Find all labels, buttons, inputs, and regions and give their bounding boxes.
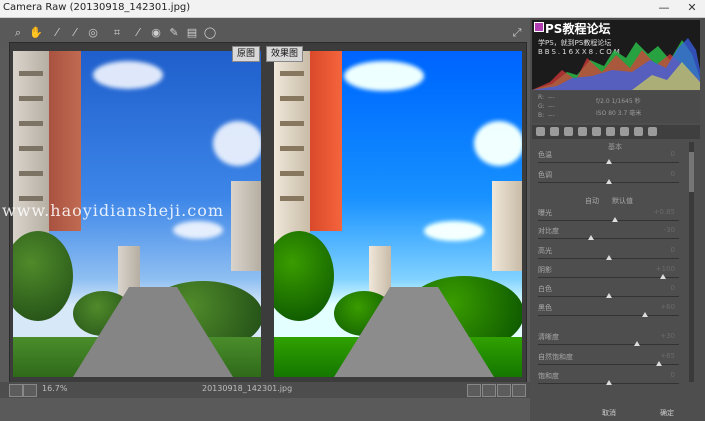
contrast-slider[interactable]: 对比度 -30: [536, 226, 681, 246]
zoom-out-button[interactable]: [9, 384, 23, 397]
detail-tab-icon[interactable]: [564, 127, 573, 136]
target-adjust-tool-icon[interactable]: ◎: [86, 26, 100, 40]
tone-curve-tab-icon[interactable]: [550, 127, 559, 136]
panel-scrollbar[interactable]: [689, 142, 694, 382]
title-bar: Camera Raw (20130918_142301.jpg) — ✕: [0, 0, 705, 18]
iso-focal: ISO 80 3.7 毫米: [596, 110, 642, 117]
copy-settings-button[interactable]: [497, 384, 511, 397]
slider-thumb[interactable]: [606, 380, 612, 385]
g-value: ---: [548, 103, 555, 110]
zoom-tool-icon[interactable]: ⌕: [11, 26, 25, 40]
slider-thumb[interactable]: [634, 341, 640, 346]
done-button[interactable]: 确定: [660, 408, 674, 418]
vibrance-slider[interactable]: 自然饱和度 +65: [536, 352, 681, 372]
panel-tabs: [532, 125, 700, 139]
watermark: www.haoyidiansheji.com: [2, 201, 225, 220]
hand-tool-icon[interactable]: ✋: [29, 26, 43, 40]
exposure-slider[interactable]: 曝光 +0.85: [536, 208, 681, 228]
swap-view-button[interactable]: [482, 384, 496, 397]
tint-slider[interactable]: 色调 0: [536, 170, 681, 190]
brush-tool-icon[interactable]: ✎: [167, 26, 181, 40]
close-button[interactable]: ✕: [683, 1, 701, 15]
aperture-shutter: f/2.0 1/1645 秒: [596, 98, 641, 105]
effects-tab-icon[interactable]: [620, 127, 629, 136]
b-value: ---: [548, 112, 555, 119]
red-eye-tool-icon[interactable]: ◉: [149, 26, 163, 40]
slider-thumb[interactable]: [660, 274, 666, 279]
view-mode-button[interactable]: [467, 384, 481, 397]
info-readout: R: --- G: --- B: --- f/2.0 1/1645 秒 ISO …: [532, 91, 700, 123]
basic-tab-icon[interactable]: [536, 127, 545, 136]
shadows-slider[interactable]: 阴影 +100: [536, 265, 681, 285]
radial-filter-icon[interactable]: ◯: [203, 26, 217, 40]
preview-status-bar: 16.7% 20130918_142301.jpg: [0, 382, 530, 398]
zoom-in-button[interactable]: [23, 384, 37, 397]
minimize-button[interactable]: —: [655, 1, 673, 15]
color-sampler-tool-icon[interactable]: ⁄: [68, 26, 82, 40]
default-link[interactable]: 默认值: [612, 196, 633, 206]
slider-thumb[interactable]: [612, 217, 618, 222]
clarity-slider[interactable]: 清晰度 +30: [536, 332, 681, 352]
straighten-tool-icon[interactable]: ⁄: [131, 26, 145, 40]
histogram: PS教程论坛 学PS，就到PS教程论坛 BBS.16XX8.COM: [532, 20, 700, 90]
split-toning-tab-icon[interactable]: [592, 127, 601, 136]
white-balance-tool-icon[interactable]: ⁄: [50, 26, 64, 40]
slider-thumb[interactable]: [642, 312, 648, 317]
saturation-slider[interactable]: 饱和度 0: [536, 371, 681, 391]
slider-thumb[interactable]: [656, 361, 662, 366]
after-image: [274, 51, 522, 377]
blacks-slider[interactable]: 黑色 +60: [536, 303, 681, 323]
r-value: ---: [548, 94, 555, 101]
camera-calibration-tab-icon[interactable]: [634, 127, 643, 136]
r-label: R:: [538, 94, 545, 101]
slider-thumb[interactable]: [588, 235, 594, 240]
b-label: B:: [538, 112, 545, 119]
highlights-slider[interactable]: 高光 0: [536, 246, 681, 266]
crop-tool-icon[interactable]: ⌗: [110, 26, 124, 40]
slider-thumb[interactable]: [606, 159, 612, 164]
hsl-tab-icon[interactable]: [578, 127, 587, 136]
g-label: G:: [538, 103, 545, 110]
after-label: 效果图: [266, 46, 304, 62]
before-label: 原图: [232, 46, 261, 62]
slider-thumb[interactable]: [606, 255, 612, 260]
window-title: Camera Raw (20130918_142301.jpg): [3, 2, 191, 13]
scrollbar-handle[interactable]: [689, 152, 694, 192]
file-name: 20130918_142301.jpg: [202, 384, 293, 393]
cancel-button[interactable]: 取消: [602, 408, 616, 418]
lens-tab-icon[interactable]: [606, 127, 615, 136]
graduated-filter-icon[interactable]: ▤: [185, 26, 199, 40]
adjustment-panel: PS教程论坛 学PS，就到PS教程论坛 BBS.16XX8.COM R: ---…: [530, 18, 705, 421]
zoom-level[interactable]: 16.7%: [42, 384, 67, 393]
presets-tab-icon[interactable]: [648, 127, 657, 136]
slider-thumb[interactable]: [606, 179, 612, 184]
fullscreen-icon[interactable]: ⤢: [510, 26, 524, 40]
slider-thumb[interactable]: [606, 293, 612, 298]
auto-link[interactable]: 自动: [585, 196, 599, 206]
whites-slider[interactable]: 白色 0: [536, 284, 681, 304]
temperature-slider[interactable]: 色温 0: [536, 150, 681, 170]
toggle-preview-button[interactable]: [512, 384, 526, 397]
histogram-graph: [532, 38, 700, 90]
